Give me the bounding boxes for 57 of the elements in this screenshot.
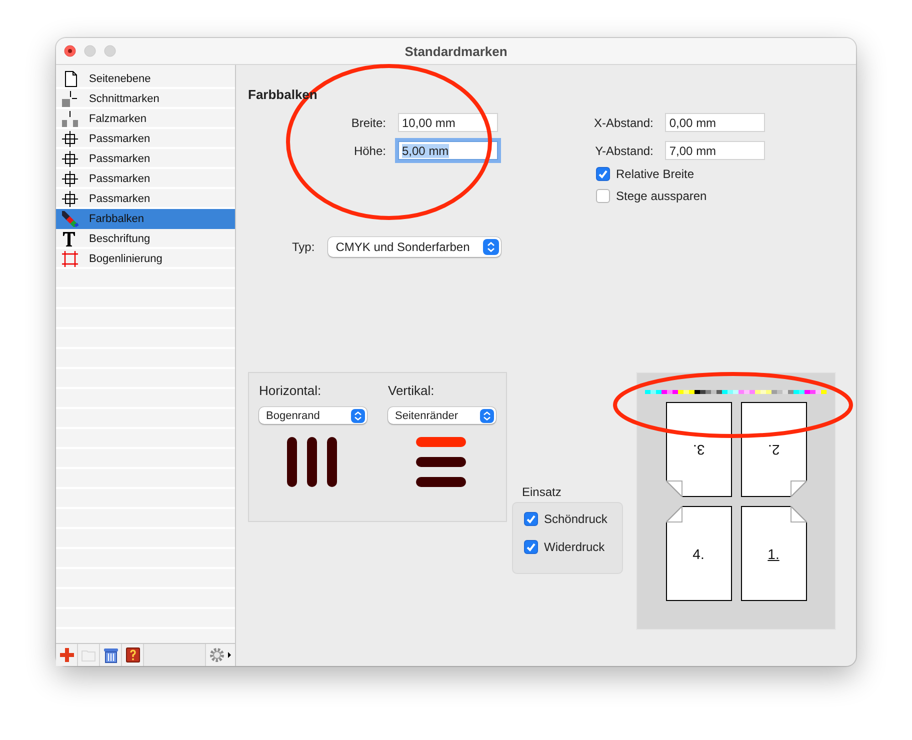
type-dropdown[interactable]: CMYK und Sonderfarben (328, 237, 501, 257)
orientation-dropdown[interactable]: Seitenränder (388, 407, 496, 424)
group-label: Einsatz (522, 485, 562, 499)
add-icon[interactable] (56, 644, 78, 666)
checkbox[interactable] (596, 189, 610, 203)
stepper-icon (480, 408, 494, 422)
sheet-lines-icon (62, 251, 80, 267)
marker-pen-icon (62, 211, 80, 227)
crosshair-icon (62, 191, 80, 207)
input-field[interactable]: 0,00 mm (665, 113, 766, 132)
orientation-dropdown[interactable]: Bogenrand (259, 407, 367, 424)
checkbox-label: Stege aussparen (616, 189, 707, 203)
field-label: X-Abstand: (594, 116, 654, 130)
fold-marks-icon (62, 111, 80, 127)
sidebar-item[interactable]: Seitenebene (56, 69, 235, 89)
orientation-label: Vertikal: (388, 383, 434, 398)
crosshair-icon (62, 151, 80, 167)
input-field[interactable]: 10,00 mm (398, 113, 498, 132)
page-number: 1. (768, 546, 780, 562)
close-button[interactable] (64, 45, 76, 57)
sidebar-item[interactable]: Passmarken (56, 189, 235, 209)
sidebar-item[interactable]: Passmarken (56, 169, 235, 189)
sidebar-item[interactable]: Passmarken (56, 129, 235, 149)
checkbox[interactable] (596, 167, 610, 181)
trash-icon[interactable] (100, 644, 122, 666)
input-field[interactable]: 5,00 mm (398, 141, 498, 160)
crosshair-icon (62, 171, 80, 187)
field-label: Breite: (350, 116, 386, 130)
sidebar-item[interactable]: Passmarken (56, 149, 235, 169)
stepper-icon (351, 408, 365, 422)
checkbox-label: Relative Breite (616, 167, 694, 181)
page-icon (62, 71, 80, 87)
input-field[interactable]: 7,00 mm (665, 141, 766, 160)
vertical-bars-drawing (287, 437, 339, 489)
checkbox-label: Schöndruck (544, 512, 608, 526)
page-number: 3. (692, 442, 704, 458)
stepper-icon (482, 239, 499, 255)
window-title: Standardmarken (404, 44, 508, 58)
sidebar-item[interactable]: Beschriftung (56, 229, 235, 249)
field-label: Typ: (292, 240, 315, 254)
sidebar-item[interactable]: Falzmarken (56, 109, 235, 129)
settings-icon[interactable] (205, 644, 235, 666)
sidebar-item[interactable]: Schnittmarken (56, 89, 235, 109)
orientation-label: Horizontal: (259, 383, 322, 398)
field-label: Höhe: (352, 144, 386, 158)
sidebar-item[interactable]: Farbbalken (56, 209, 235, 229)
field-label: Y-Abstand: (594, 144, 654, 158)
checkbox-label: Widerdruck (544, 540, 605, 554)
sidebar-item[interactable]: Bogenlinierung (56, 249, 235, 269)
horizontal-bars-drawing (416, 437, 468, 487)
crosshair-icon (62, 131, 80, 147)
page-number: 4. (692, 546, 704, 562)
page-number: 2. (768, 442, 780, 458)
help-book-icon[interactable] (122, 644, 144, 666)
checkbox[interactable] (524, 512, 538, 526)
checkbox[interactable] (524, 540, 538, 554)
crop-marks-icon (62, 91, 80, 107)
